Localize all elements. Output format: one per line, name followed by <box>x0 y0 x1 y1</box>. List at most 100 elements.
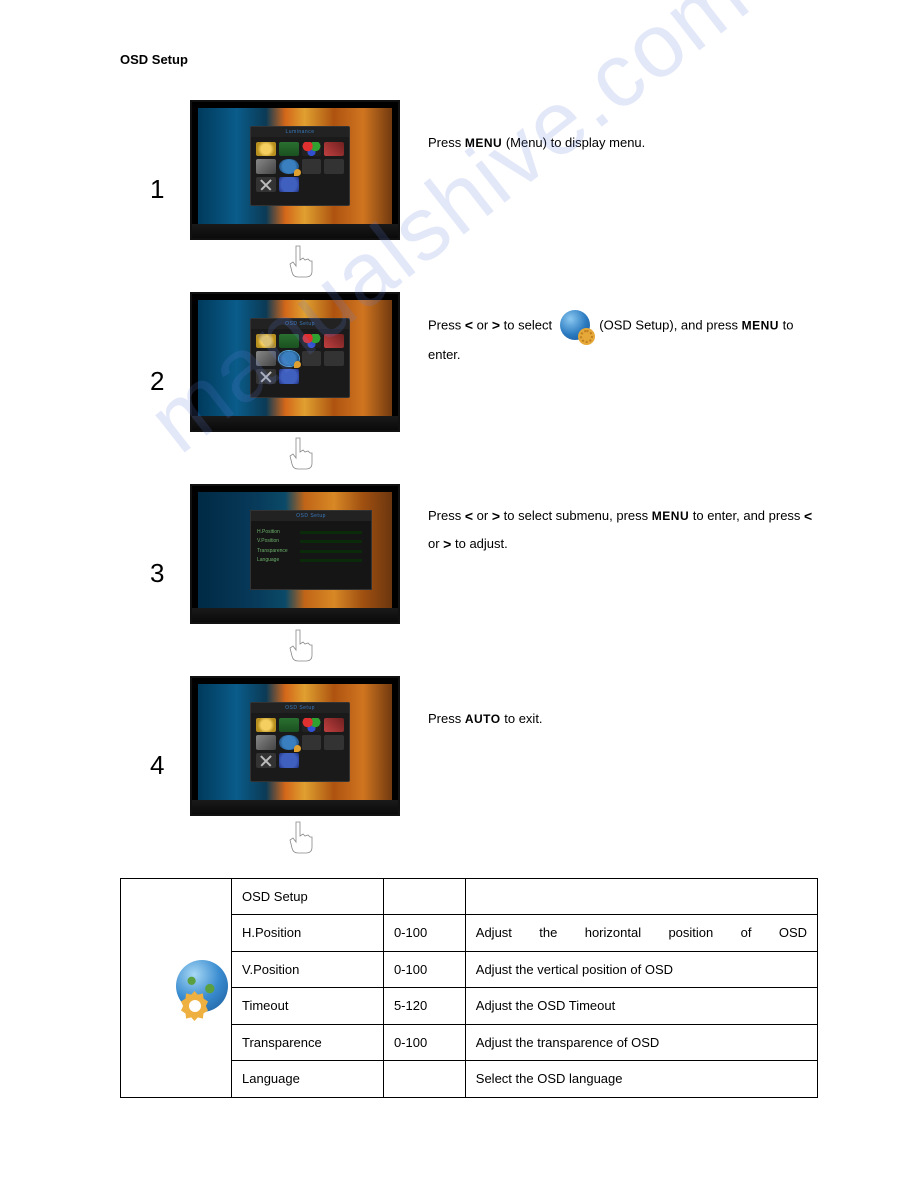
text: or <box>477 317 492 332</box>
text: to select <box>504 317 556 332</box>
pointing-hand-icon <box>280 626 320 666</box>
settings-table: OSD Setup H.Position 0-100 Adjust the ho… <box>120 878 818 1098</box>
text: Press <box>428 508 465 523</box>
step-number: 4 <box>120 746 190 785</box>
boost-icon <box>324 334 344 349</box>
left-arrow-icon: < <box>465 502 473 530</box>
blank-icon <box>302 159 322 174</box>
boost-icon <box>324 142 344 157</box>
monitor-illustration: OSD Setup <box>190 676 410 858</box>
submenu-label: Language <box>257 557 297 565</box>
table-icon-cell <box>121 878 232 1097</box>
setting-name: Language <box>232 1061 384 1098</box>
luminance-icon <box>256 334 276 349</box>
info-icon <box>279 177 299 192</box>
extra-icon <box>256 735 276 750</box>
step-description: Press MENU (Menu) to display menu. <box>410 100 818 156</box>
pointing-hand-icon <box>280 434 320 474</box>
menu-button-label: MENU <box>742 318 779 332</box>
setting-range: 0-100 <box>383 951 465 988</box>
text: (Menu) to display menu. <box>506 135 645 150</box>
table-header-cell: OSD Setup <box>232 878 384 915</box>
submenu-label: H.Position <box>257 529 297 537</box>
setting-range: 5-120 <box>383 988 465 1025</box>
pointing-hand-icon <box>280 242 320 282</box>
setting-desc: Adjust the horizontal position of OSD <box>465 915 817 952</box>
right-arrow-icon: > <box>492 311 500 339</box>
step-description: Press < or > to select (OSD Setup), and … <box>410 292 818 368</box>
pointing-hand-icon <box>280 818 320 858</box>
left-arrow-icon: < <box>465 311 473 339</box>
image-setup-icon <box>279 334 299 349</box>
luminance-icon <box>256 142 276 157</box>
monitor-illustration: OSD Setup <box>190 292 410 474</box>
text: or <box>477 508 492 523</box>
monitor-illustration: Luminance <box>190 100 410 282</box>
blank-icon <box>324 735 344 750</box>
osd-header: OSD Setup <box>251 511 371 521</box>
step-number: 3 <box>120 554 190 593</box>
setting-desc: Adjust the vertical position of OSD <box>465 951 817 988</box>
right-arrow-icon: > <box>492 502 500 530</box>
text: or <box>428 536 443 551</box>
exit-icon <box>256 753 276 768</box>
osd-header: OSD Setup <box>251 703 349 713</box>
menu-button-label: MENU <box>652 509 689 523</box>
info-icon <box>279 369 299 384</box>
color-icon <box>302 334 322 349</box>
setting-range <box>383 1061 465 1098</box>
table-cell <box>465 878 817 915</box>
step-row: 3 OSD Setup H.Position V.Position Transp… <box>120 484 818 666</box>
step-number: 1 <box>120 170 190 209</box>
setting-name: H.Position <box>232 915 384 952</box>
step-description: Press < or > to select submenu, press ME… <box>410 484 818 558</box>
color-icon <box>302 142 322 157</box>
submenu-label: Transparence <box>257 548 297 556</box>
text: to select submenu, press <box>504 508 652 523</box>
text: to exit. <box>504 711 542 726</box>
monitor-illustration: OSD Setup H.Position V.Position Transpar… <box>190 484 410 666</box>
setting-name: V.Position <box>232 951 384 988</box>
text: to adjust. <box>455 536 508 551</box>
blank-icon <box>324 351 344 366</box>
color-icon <box>302 718 322 733</box>
exit-icon <box>256 369 276 384</box>
osd-setup-icon <box>279 351 299 366</box>
osd-setup-icon <box>279 735 299 750</box>
exit-icon <box>256 177 276 192</box>
text: Press <box>428 711 465 726</box>
setting-range: 0-100 <box>383 915 465 952</box>
setting-desc: Select the OSD language <box>465 1061 817 1098</box>
table-row: OSD Setup <box>121 878 818 915</box>
setting-name: Transparence <box>232 1024 384 1061</box>
setting-desc: Adjust the OSD Timeout <box>465 988 817 1025</box>
osd-setup-icon <box>279 159 299 174</box>
boost-icon <box>324 718 344 733</box>
step-row: 2 OSD Setup <box>120 292 818 474</box>
table-cell <box>383 878 465 915</box>
blank-icon <box>302 351 322 366</box>
step-row: 4 OSD Setup <box>120 676 818 858</box>
text: to enter, and press <box>693 508 804 523</box>
info-icon <box>279 753 299 768</box>
setting-name: Timeout <box>232 988 384 1025</box>
osd-header: OSD Setup <box>251 319 349 329</box>
text: Press <box>428 135 465 150</box>
osd-header: Luminance <box>251 127 349 137</box>
step-description: Press AUTO to exit. <box>410 676 818 732</box>
osd-setup-globe-icon <box>149 960 204 1015</box>
text: (OSD Setup), and press <box>599 317 741 332</box>
submenu-label: V.Position <box>257 538 297 546</box>
extra-icon <box>256 351 276 366</box>
page-title: OSD Setup <box>120 50 818 70</box>
image-setup-icon <box>279 142 299 157</box>
auto-button-label: AUTO <box>465 712 501 726</box>
extra-icon <box>256 159 276 174</box>
setting-range: 0-100 <box>383 1024 465 1061</box>
setting-desc: Adjust the transparence of OSD <box>465 1024 817 1061</box>
luminance-icon <box>256 718 276 733</box>
osd-setup-globe-icon <box>560 310 592 342</box>
blank-icon <box>302 735 322 750</box>
menu-button-label: MENU <box>465 136 502 150</box>
image-setup-icon <box>279 718 299 733</box>
